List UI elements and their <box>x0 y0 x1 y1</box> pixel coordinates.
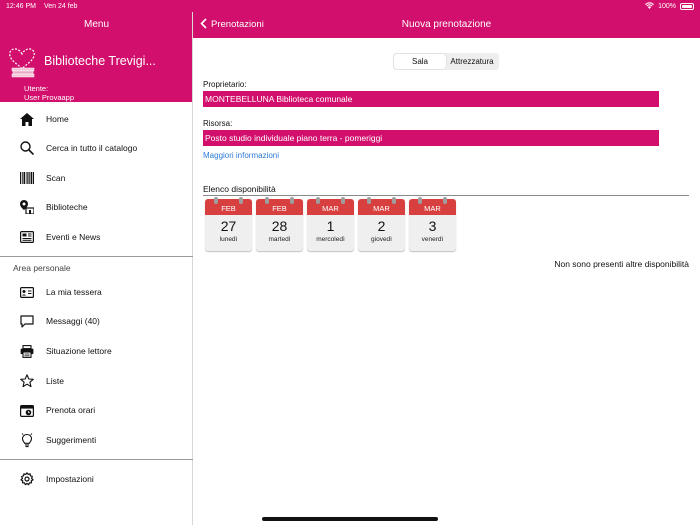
availability-title: Elenco disponibilità <box>203 184 276 194</box>
calendar-weekday: venerdì <box>421 236 444 243</box>
library-location-icon <box>19 199 35 215</box>
calendar-day-number: 28 <box>271 218 288 234</box>
calendar-weekday: lunedì <box>219 236 238 243</box>
calendar-ring <box>367 197 371 204</box>
calendar-ring <box>290 197 294 204</box>
section-label-personal-area: Area personale <box>13 263 71 273</box>
status-bar: 12:46 PM Ven 24 feb 100% <box>0 0 700 12</box>
calendar-day-number: 2 <box>377 218 386 234</box>
calendar-day-number: 1 <box>326 218 335 234</box>
segment-sala[interactable]: Sala <box>394 54 446 69</box>
message-icon <box>19 313 35 329</box>
sidebar-item-label: Cerca in tutto il catalogo <box>46 143 138 153</box>
library-name[interactable]: Biblioteche Trevigi... <box>44 54 156 68</box>
sidebar-header: Menu Biblioteche Trevigi... Utente: User… <box>0 0 192 102</box>
calendar-ring <box>265 197 269 204</box>
availability-day[interactable]: MAR 2 giovedì <box>358 197 405 251</box>
divider <box>0 256 193 257</box>
sidebar-item-label: Liste <box>46 376 64 386</box>
sidebar-item-eventi-news[interactable]: Eventi e News <box>0 222 192 252</box>
sidebar-item-label: Messaggi (40) <box>46 316 100 326</box>
home-indicator[interactable] <box>262 517 438 521</box>
home-icon <box>19 111 35 127</box>
sidebar-item-catalog-search[interactable]: Cerca in tutto il catalogo <box>0 133 192 163</box>
calendar-month: FEB <box>256 199 303 215</box>
segment-attrezzatura[interactable]: Attrezzatura <box>446 54 498 69</box>
page-title: Nuova prenotazione <box>401 19 492 30</box>
calendar-ring <box>392 197 396 204</box>
calendar-day-number: 3 <box>428 218 437 234</box>
calendar-ring <box>443 197 447 204</box>
calendar-month: MAR <box>409 199 456 215</box>
barcode-icon <box>19 170 35 186</box>
id-card-icon <box>19 284 35 300</box>
star-icon <box>19 373 35 389</box>
user-name: User Provaapp <box>24 93 75 102</box>
sidebar-item-label: La mia tessera <box>46 287 102 297</box>
sidebar-item-label: Home <box>46 114 69 124</box>
sidebar-item-label: Situazione lettore <box>46 346 112 356</box>
calendar-ring <box>239 197 243 204</box>
sidebar-item-biblioteche[interactable]: Biblioteche <box>0 192 192 222</box>
news-icon <box>19 229 35 245</box>
calendar-ring <box>418 197 422 204</box>
sidebar-item-label: Prenota orari <box>46 405 96 415</box>
calendar-weekday: martedì <box>268 236 291 243</box>
sidebar-item-tessera[interactable]: La mia tessera <box>0 277 192 307</box>
divider <box>0 459 193 460</box>
availability-day[interactable]: FEB 27 lunedì <box>205 197 252 251</box>
printer-icon <box>19 343 35 359</box>
calendar-ring <box>341 197 345 204</box>
type-segmented-control: Sala Attrezzatura <box>393 53 499 70</box>
wifi-icon <box>645 1 655 11</box>
sidebar: Menu Biblioteche Trevigi... Utente: User… <box>0 0 193 525</box>
battery-percent: 100% <box>658 2 676 10</box>
status-date: Ven 24 feb <box>43 2 78 10</box>
status-time: 12:46 PM <box>6 2 36 10</box>
calendar-day-number: 27 <box>220 218 237 234</box>
resource-label: Risorsa: <box>203 119 233 128</box>
sidebar-title: Menu <box>83 19 109 30</box>
sidebar-item-situazione-lettore[interactable]: Situazione lettore <box>0 336 192 366</box>
sidebar-item-prenota-orari[interactable]: Prenota orari <box>0 395 192 425</box>
no-more-availability-text: Non sono presenti altre disponibilità <box>554 259 689 269</box>
sidebar-item-messaggi[interactable]: Messaggi (40) <box>0 306 192 336</box>
calendar-month: FEB <box>205 199 252 215</box>
sidebar-item-home[interactable]: Home <box>0 104 192 134</box>
navigation-bar: Prenotazioni Nuova prenotazione <box>193 12 700 38</box>
sidebar-item-label: Scan <box>46 173 66 183</box>
calendar-month: MAR <box>307 199 354 215</box>
battery-icon <box>680 2 694 10</box>
sidebar-item-scan[interactable]: Scan <box>0 163 192 193</box>
sidebar-item-label: Biblioteche <box>46 202 88 212</box>
sidebar-item-suggerimenti[interactable]: Suggerimenti <box>0 425 192 455</box>
availability-day[interactable]: MAR 1 mercoledì <box>307 197 354 251</box>
owner-field[interactable]: MONTEBELLUNA Biblioteca comunale <box>203 91 659 107</box>
resource-field[interactable]: Posto studio individuale piano terra - p… <box>203 130 659 146</box>
calendar-clock-icon <box>19 402 35 418</box>
divider <box>203 195 689 196</box>
gear-icon <box>19 471 35 487</box>
more-info-link[interactable]: Maggiori informazioni <box>203 151 279 160</box>
sidebar-item-label: Suggerimenti <box>46 435 97 445</box>
calendar-weekday: mercoledì <box>316 236 345 243</box>
library-logo-icon <box>9 48 35 78</box>
availability-day[interactable]: FEB 28 martedì <box>256 197 303 251</box>
calendar-ring <box>214 197 218 204</box>
search-icon <box>19 140 35 156</box>
calendar-weekday: giovedì <box>371 236 392 243</box>
availability-day[interactable]: MAR 3 venerdì <box>409 197 456 251</box>
sidebar-item-label: Eventi e News <box>46 232 101 242</box>
sidebar-item-liste[interactable]: Liste <box>0 366 192 396</box>
sidebar-item-label: Impostazioni <box>46 474 94 484</box>
calendar-ring <box>316 197 320 204</box>
owner-label: Proprietario: <box>203 80 247 89</box>
calendar-month: MAR <box>358 199 405 215</box>
sidebar-item-impostazioni[interactable]: Impostazioni <box>0 464 192 494</box>
lightbulb-icon <box>19 432 35 448</box>
user-label: Utente: <box>24 84 49 93</box>
